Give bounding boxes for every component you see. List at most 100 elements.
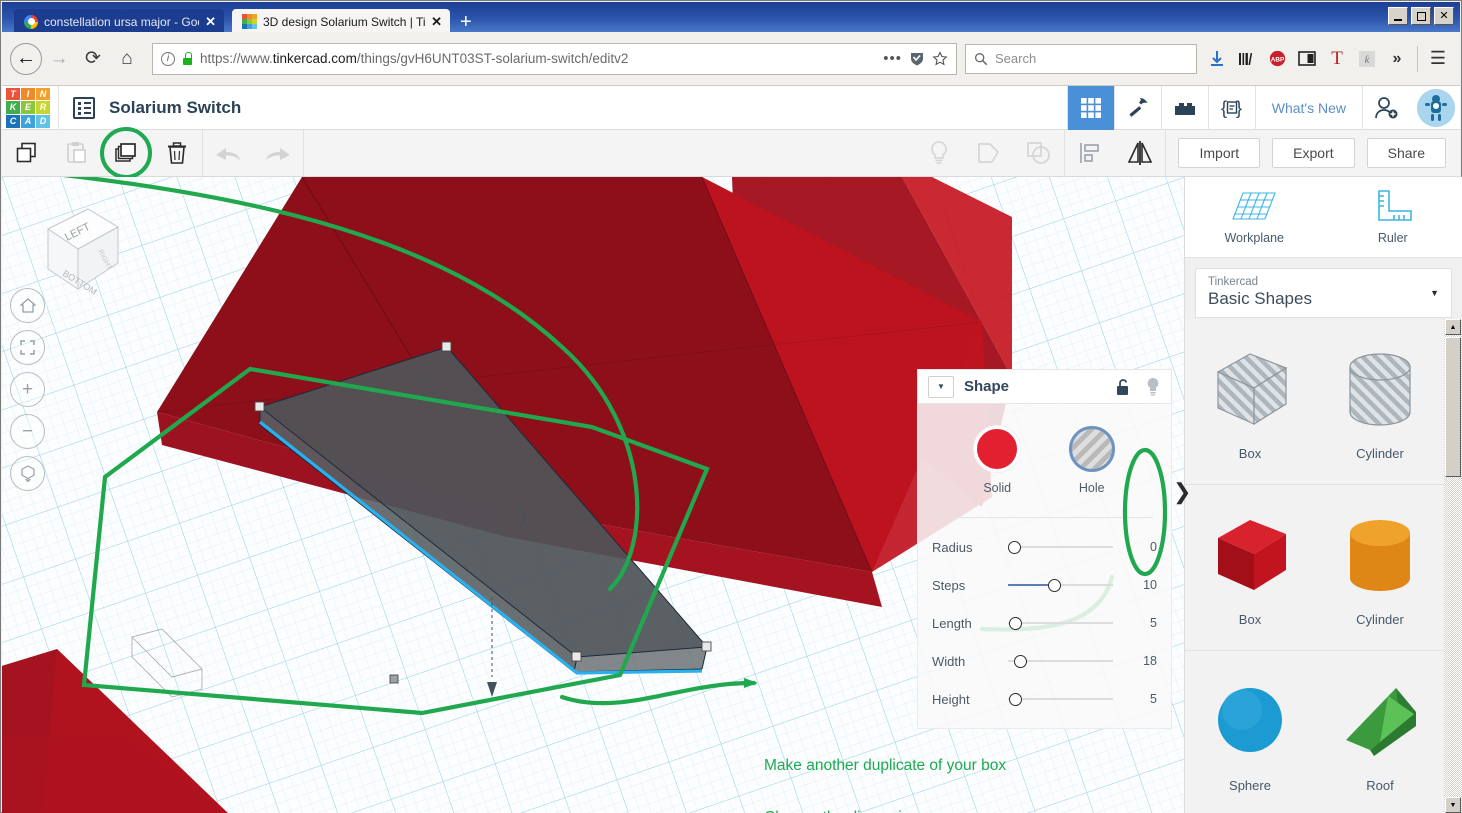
lightbulb-icon[interactable] — [1145, 377, 1161, 397]
solid-swatch[interactable]: Solid — [974, 426, 1021, 495]
shape-list-scrollbar[interactable]: ▲ ▼ — [1444, 319, 1462, 813]
pocket-icon[interactable]: ƙ — [1353, 44, 1381, 74]
shape-item-box[interactable]: Box — [1185, 485, 1315, 650]
new-tab-button[interactable]: + — [460, 12, 472, 34]
code-button[interactable]: {} — [1207, 85, 1255, 130]
sidebar-divider — [1185, 257, 1462, 258]
duplicate-button[interactable] — [100, 127, 152, 179]
length-slider[interactable] — [1008, 615, 1121, 631]
overflow-icon[interactable]: » — [1383, 44, 1411, 74]
shape-item-cylinder[interactable]: Cylinder — [1315, 485, 1445, 650]
workplane-canvas[interactable]: LEFT BOTTOM RIGHT + − Make another dupli… — [2, 177, 1184, 813]
shape-list[interactable]: Box Cylinder Box Cylinder Sphere Roof — [1185, 319, 1445, 813]
property-value[interactable]: 0 — [1121, 540, 1157, 554]
reload-button[interactable]: ⟳ — [76, 42, 110, 76]
star-icon[interactable] — [932, 50, 948, 67]
cylinder-icon — [1350, 520, 1410, 591]
unlock-icon[interactable] — [1115, 378, 1131, 396]
mirror-button[interactable] — [1115, 130, 1165, 176]
search-bar[interactable]: Search — [965, 43, 1197, 74]
codeblocks-button[interactable] — [1113, 85, 1161, 130]
chevron-down-icon[interactable]: ▼ — [928, 375, 954, 398]
shield-icon[interactable] — [909, 51, 925, 67]
radius-slider[interactable] — [1008, 539, 1121, 555]
property-value[interactable]: 10 — [1121, 578, 1157, 592]
window-controls: ✕ — [1388, 7, 1454, 25]
hide-button — [914, 130, 964, 176]
ruler-label: Ruler — [1377, 231, 1408, 245]
avatar[interactable] — [1417, 88, 1455, 127]
delete-button[interactable] — [152, 130, 202, 176]
text-tool-icon[interactable]: T — [1323, 44, 1351, 74]
toolbar-separator — [1165, 130, 1167, 176]
scrollbar-thumb[interactable] — [1445, 337, 1461, 477]
hamburger-menu-icon[interactable]: ☰ — [1424, 44, 1452, 74]
address-bar[interactable]: i https://www.tinkercad.com/things/gvH6U… — [152, 42, 957, 75]
page-title[interactable]: Solarium Switch — [109, 98, 241, 118]
steps-slider[interactable] — [1008, 577, 1121, 593]
height-slider[interactable] — [1008, 691, 1121, 707]
library-icon[interactable] — [1233, 44, 1261, 74]
shape-mode-row: Solid Hole — [932, 420, 1157, 499]
reader-icon[interactable] — [1293, 44, 1321, 74]
property-value[interactable]: 5 — [1121, 692, 1157, 706]
forward-button[interactable]: → — [42, 42, 76, 76]
scroll-up-button[interactable]: ▲ — [1445, 319, 1461, 335]
browser-toolbar: ← → ⟳ ⌂ i https://www.tinkercad.com/thin… — [2, 32, 1460, 86]
tinkercad-header: TIN KER CAD Solarium Switch {} What's Ne… — [2, 85, 1460, 130]
hole-swatch[interactable]: Hole — [1068, 426, 1115, 495]
scroll-down-button[interactable]: ▼ — [1445, 797, 1461, 813]
search-icon — [975, 52, 988, 65]
export-button[interactable]: Export — [1272, 138, 1355, 168]
maximize-button[interactable] — [1411, 7, 1431, 25]
share-button[interactable]: Share — [1366, 138, 1446, 168]
add-person-icon[interactable] — [1362, 85, 1409, 130]
import-button[interactable]: Import — [1178, 138, 1261, 168]
shape-label: Box — [1238, 446, 1262, 461]
download-icon[interactable] — [1203, 44, 1231, 74]
design-list-icon[interactable] — [73, 96, 95, 119]
grid-view-button[interactable] — [1066, 85, 1114, 130]
property-label: Steps — [932, 577, 966, 593]
zoom-out-button[interactable]: − — [10, 414, 45, 449]
library-name: Basic Shapes — [1208, 289, 1312, 308]
zoom-in-button[interactable]: + — [10, 372, 45, 407]
home-button[interactable]: ⌂ — [110, 42, 144, 76]
ortho-perspective-button[interactable] — [10, 456, 45, 491]
workplane-tool[interactable]: Workplane — [1185, 177, 1324, 257]
home-view-button[interactable] — [10, 288, 45, 323]
tab-close-icon[interactable]: ✕ — [205, 14, 216, 30]
adblock-icon[interactable]: ABP — [1263, 44, 1291, 74]
tinkercad-logo[interactable]: TIN KER CAD — [6, 87, 50, 128]
collapse-panel-button[interactable]: ❯ — [1173, 479, 1191, 505]
width-slider[interactable] — [1008, 653, 1121, 669]
align-button[interactable] — [1065, 130, 1115, 176]
workplane-label: Workplane — [1224, 231, 1285, 245]
shape-item-sphere[interactable]: Sphere — [1185, 651, 1315, 813]
tab-close-icon[interactable]: ✕ — [431, 14, 442, 30]
back-button[interactable]: ← — [10, 42, 42, 75]
info-icon[interactable]: i — [161, 51, 175, 66]
shape-library-select[interactable]: Tinkercad Basic Shapes ▼ — [1195, 268, 1452, 318]
property-label: Width — [932, 653, 966, 669]
shape-item-roof[interactable]: Roof — [1315, 651, 1445, 813]
whats-new-link[interactable]: What's New — [1254, 85, 1362, 130]
property-row-height: Height 5 — [932, 680, 1157, 718]
property-value[interactable]: 18 — [1121, 654, 1157, 668]
page-actions-icon[interactable]: ••• — [883, 50, 902, 67]
roof-icon — [1346, 688, 1416, 756]
fit-view-button[interactable] — [10, 330, 45, 365]
minimize-button[interactable] — [1388, 7, 1408, 25]
shape-inspector-panel: ▼ Shape Solid Hole Radius 0 Steps 10 Len… — [917, 369, 1172, 729]
close-button[interactable]: ✕ — [1434, 7, 1454, 25]
shape-item-cylinder-hole[interactable]: Cylinder — [1315, 319, 1445, 484]
ruler-tool[interactable]: Ruler — [1324, 177, 1462, 257]
shape-item-box-hole[interactable]: Box — [1185, 319, 1315, 484]
tab-tinkercad[interactable]: 3D design Solarium Switch | Tinkerc ✕ — [232, 9, 450, 34]
copy-button[interactable] — [2, 130, 52, 176]
url-domain: tinkercad.com — [272, 51, 357, 66]
paste-button — [52, 130, 102, 176]
property-value[interactable]: 5 — [1121, 616, 1157, 630]
tab-google-search[interactable]: constellation ursa major - Google S ✕ — [14, 9, 224, 34]
blocks-button[interactable] — [1160, 85, 1208, 130]
